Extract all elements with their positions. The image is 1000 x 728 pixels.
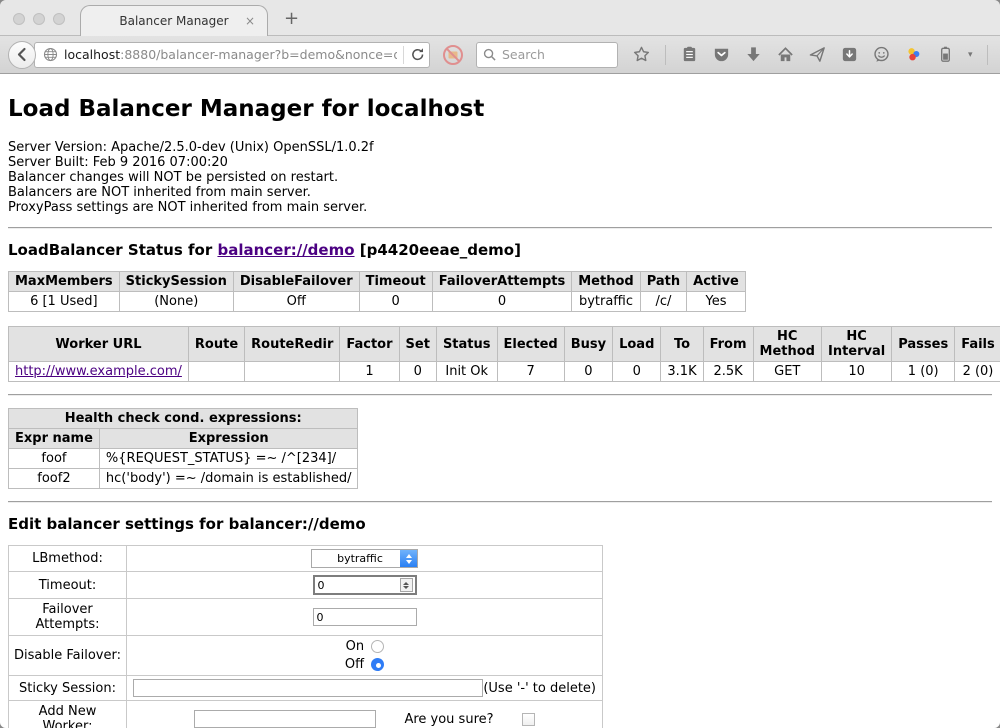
- divider: [8, 227, 992, 229]
- search-bar[interactable]: Search: [476, 42, 618, 68]
- edit-balancer-heading: Edit balancer settings for balancer://de…: [8, 515, 992, 533]
- server-built: Server Built: Feb 9 2016 07:00:20: [8, 155, 992, 170]
- lbmethod-row: LBmethod: bytraffic: [9, 546, 603, 572]
- table-row: foof %{REQUEST_STATUS} =~ /^[234]/: [9, 449, 358, 469]
- page-title: Load Balancer Manager for localhost: [8, 96, 992, 122]
- globe-icon: [43, 47, 58, 62]
- table-header-row: MaxMembers StickySession DisableFailover…: [9, 272, 746, 292]
- table-header-row: Worker URL Route RouteRedir Factor Set S…: [9, 327, 1000, 362]
- failover-attempts-row: Failover Attempts: 0: [9, 599, 603, 636]
- divider: [8, 501, 992, 503]
- table-title-row: Health check cond. expressions:: [9, 409, 358, 429]
- new-tab-button[interactable]: +: [284, 8, 299, 29]
- window-controls[interactable]: [13, 13, 65, 25]
- are-you-sure-label: Are you sure?: [404, 712, 493, 727]
- timeout-input[interactable]: 0: [313, 575, 417, 595]
- navigation-toolbar: localhost:8880/balancer-manager?b=demo&n…: [0, 36, 1000, 74]
- dropdown-caret-icon[interactable]: ▾: [968, 50, 973, 60]
- save-to-device-icon[interactable]: [840, 45, 859, 64]
- lbmethod-label: LBmethod:: [9, 546, 127, 572]
- messenger-icon[interactable]: [872, 45, 891, 64]
- persist-note: Balancer changes will NOT be persisted o…: [8, 170, 992, 185]
- failover-attempts-input[interactable]: 0: [313, 608, 417, 626]
- address-text[interactable]: localhost:8880/balancer-manager?b=demo&n…: [64, 47, 397, 62]
- reading-list-icon[interactable]: [680, 45, 699, 64]
- tab-close-icon[interactable]: ×: [245, 14, 255, 28]
- toolbar-separator: [987, 45, 988, 65]
- browser-window: Balancer Manager × + localhost:8880/bala…: [0, 0, 1000, 728]
- timeout-label: Timeout:: [9, 572, 127, 599]
- sticky-session-row: Sticky Session: (Use '-' to delete): [9, 676, 603, 701]
- balancer-status-table: MaxMembers StickySession DisableFailover…: [8, 271, 746, 312]
- number-spinner-icon[interactable]: [400, 578, 413, 592]
- toolbar-separator: [665, 45, 666, 65]
- balancer-demo-link[interactable]: balancer://demo: [217, 241, 354, 259]
- bookmark-star-icon[interactable]: [632, 45, 651, 64]
- select-stepper-icon: [400, 550, 417, 567]
- on-label: On: [345, 639, 364, 654]
- zoom-window-button[interactable]: [53, 13, 65, 25]
- search-placeholder: Search: [502, 47, 545, 62]
- table-header-row: Expr name Expression: [9, 429, 358, 449]
- close-window-button[interactable]: [13, 13, 25, 25]
- table-row: 6 [1 Used] (None) Off 0 0 bytraffic /c/ …: [9, 292, 746, 312]
- blocked-content-icon[interactable]: [442, 44, 464, 66]
- minimize-window-button[interactable]: [33, 13, 45, 25]
- disable-failover-label: Disable Failover:: [9, 636, 127, 676]
- health-check-table: Health check cond. expressions: Expr nam…: [8, 408, 358, 489]
- add-worker-row: Add New Worker: Are you sure?: [9, 701, 603, 728]
- send-icon[interactable]: [808, 45, 827, 64]
- failover-on-radio[interactable]: [371, 640, 384, 653]
- back-button[interactable]: [8, 41, 36, 69]
- worker-url-link[interactable]: http://www.example.com/: [15, 364, 182, 379]
- disable-failover-row: Disable Failover: On Off: [9, 636, 603, 676]
- add-worker-input[interactable]: [194, 710, 376, 728]
- balancer-settings-form: LBmethod: bytraffic Timeout: 0: [8, 545, 603, 728]
- colors-palette-icon[interactable]: [904, 45, 923, 64]
- timeout-row: Timeout: 0: [9, 572, 603, 599]
- off-label: Off: [345, 657, 364, 672]
- tab-title: Balancer Manager: [119, 14, 228, 28]
- worker-row: http://www.example.com/ 1 0 Init Ok 7 0 …: [9, 362, 1000, 382]
- page-content: Load Balancer Manager for localhost Serv…: [0, 74, 1000, 728]
- are-you-sure-checkbox[interactable]: [522, 713, 535, 726]
- server-version: Server Version: Apache/2.5.0-dev (Unix) …: [8, 140, 992, 155]
- proxypass-note: ProxyPass settings are NOT inherited fro…: [8, 200, 992, 215]
- failover-attempts-label: Failover Attempts:: [9, 599, 127, 636]
- worker-table: Worker URL Route RouteRedir Factor Set S…: [8, 326, 1000, 382]
- downloads-icon[interactable]: [744, 45, 763, 64]
- divider: [8, 394, 992, 396]
- search-icon: [483, 48, 496, 61]
- loadbalancer-status-heading: LoadBalancer Status for balancer://demo …: [8, 241, 992, 259]
- toolbar-icons: ▾: [632, 45, 1000, 65]
- sticky-session-label: Sticky Session:: [9, 676, 127, 701]
- reload-icon[interactable]: [410, 45, 425, 64]
- inherit-note: Balancers are NOT inherited from main se…: [8, 185, 992, 200]
- home-icon[interactable]: [776, 45, 795, 64]
- url-separator: [403, 46, 404, 64]
- add-worker-label: Add New Worker:: [9, 701, 127, 728]
- battery-status-icon[interactable]: [936, 45, 955, 64]
- tab-bar: Balancer Manager × +: [0, 0, 1000, 36]
- tab-balancer-manager[interactable]: Balancer Manager ×: [80, 5, 268, 36]
- table-row: foof2 hc('body') =~ /domain is establish…: [9, 469, 358, 489]
- lbmethod-select[interactable]: bytraffic: [311, 549, 418, 568]
- back-arrow-icon: [13, 45, 32, 64]
- failover-off-radio[interactable]: [371, 658, 384, 671]
- sticky-session-input[interactable]: [133, 679, 483, 697]
- url-bar[interactable]: localhost:8880/balancer-manager?b=demo&n…: [34, 42, 430, 68]
- sticky-session-note: (Use '-' to delete): [483, 681, 596, 696]
- pocket-icon[interactable]: [712, 45, 731, 64]
